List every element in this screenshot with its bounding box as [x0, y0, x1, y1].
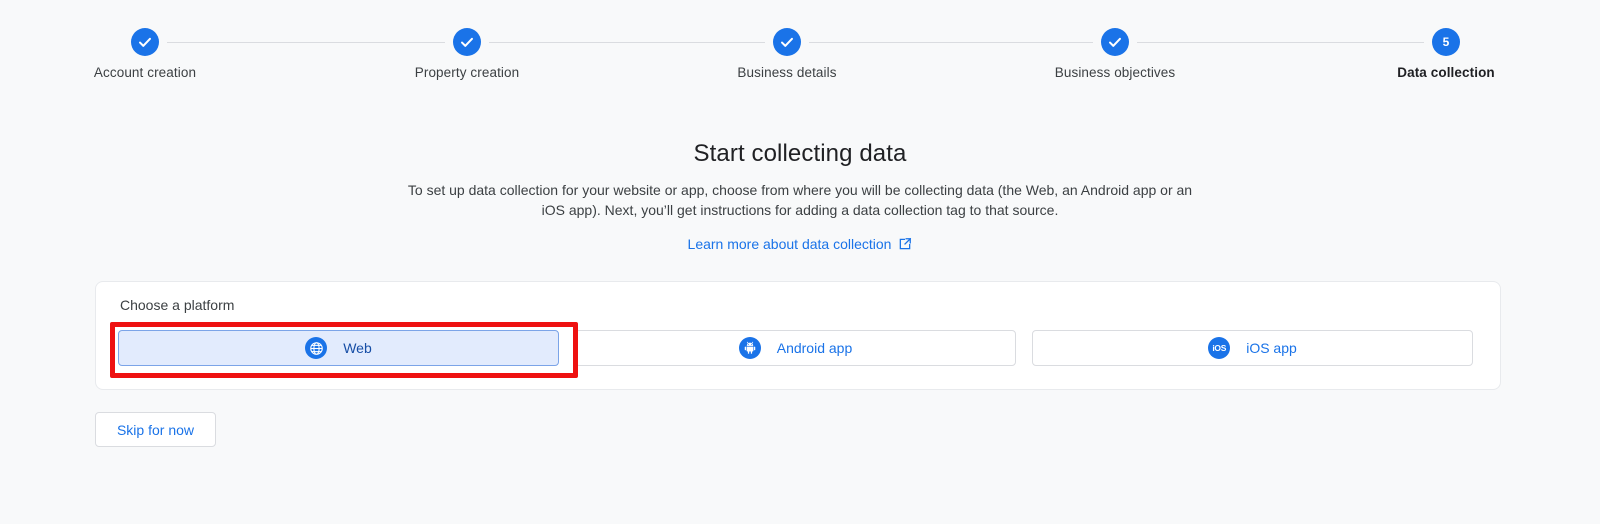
stepper-step-data-collection[interactable]: 5 Data collection — [1346, 28, 1546, 80]
stepper-step-label: Property creation — [414, 65, 520, 80]
stepper-step-account-creation[interactable]: Account creation — [45, 28, 245, 80]
stepper-step-label: Business details — [737, 65, 837, 80]
stepper-step-label: Account creation — [93, 65, 197, 80]
skip-for-now-button[interactable]: Skip for now — [95, 412, 216, 447]
platform-option-label: Android app — [776, 340, 853, 356]
page-description: To set up data collection for your websi… — [407, 182, 1193, 218]
ios-icon: iOS — [1208, 337, 1231, 359]
step-number-badge: 5 — [1432, 28, 1460, 56]
platform-option-label: Web — [343, 340, 372, 356]
android-icon — [738, 337, 761, 359]
stepper-step-business-details[interactable]: Business details — [687, 28, 887, 80]
stepper-step-label: Data collection — [1397, 65, 1495, 80]
platform-option-list: Web Android app iOS iOS app — [118, 330, 1473, 366]
platform-option-ios-app[interactable]: iOS iOS app — [1032, 330, 1473, 366]
stepper-step-property-creation[interactable]: Property creation — [367, 28, 567, 80]
progress-stepper: Account creation Property creation Busines… — [0, 0, 1600, 110]
learn-more-label: Learn more about data collection — [687, 236, 892, 252]
open-in-new-icon — [898, 237, 912, 251]
check-icon — [773, 28, 801, 56]
stepper-step-label: Business objectives — [1054, 65, 1176, 80]
platform-option-web[interactable]: Web — [118, 330, 559, 366]
globe-icon — [305, 337, 328, 359]
learn-more-link[interactable]: Learn more about data collection — [688, 236, 913, 252]
choose-platform-label: Choose a platform — [120, 297, 235, 313]
choose-platform-card: Choose a platform Web Android app iOS iOS a… — [95, 281, 1501, 390]
check-icon — [453, 28, 481, 56]
platform-option-android-app[interactable]: Android app — [575, 330, 1016, 366]
stepper-step-business-objectives[interactable]: Business objectives — [1015, 28, 1215, 80]
page-title: Start collecting data — [693, 140, 907, 167]
check-icon — [131, 28, 159, 56]
platform-option-label: iOS app — [1246, 340, 1297, 356]
learn-more-container: Learn more about data collection — [0, 236, 1600, 254]
check-icon — [1101, 28, 1129, 56]
